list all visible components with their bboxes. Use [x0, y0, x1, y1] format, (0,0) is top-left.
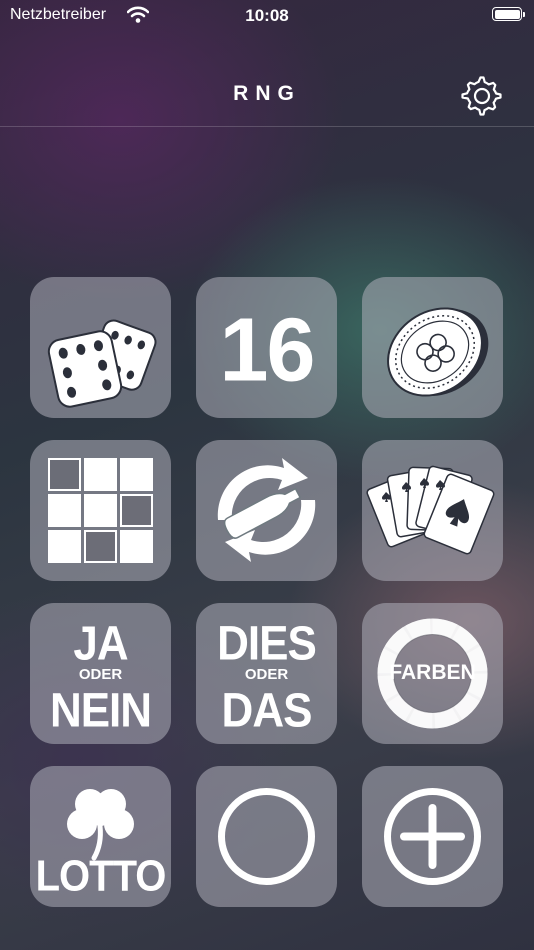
- colors-label: FARBEN: [389, 661, 476, 684]
- random-number-label: 16: [219, 299, 316, 400]
- lotto-label: LOTTO: [35, 851, 167, 901]
- yes-no-tile[interactable]: JA ODER NEIN: [30, 603, 171, 744]
- yes-label: JA: [73, 616, 128, 671]
- gear-icon[interactable]: [460, 74, 504, 118]
- that-label: DAS: [221, 683, 313, 738]
- navigation-bar: RNG: [0, 60, 534, 127]
- empty-slot-tile[interactable]: [196, 766, 337, 907]
- or-label: ODER: [244, 666, 289, 683]
- colors-tile[interactable]: FARBEN: [362, 603, 503, 744]
- grid-picker-tile[interactable]: [30, 440, 171, 581]
- coin-icon: [387, 307, 489, 397]
- lotto-tile[interactable]: LOTTO: [30, 766, 171, 907]
- battery-icon: [492, 7, 525, 21]
- plus-circle-icon: [384, 788, 481, 885]
- no-label: NEIN: [49, 683, 152, 738]
- this-label: DIES: [217, 616, 317, 671]
- status-time: 10:08: [245, 6, 289, 25]
- page-title: RNG: [233, 82, 301, 105]
- add-tile[interactable]: [362, 766, 503, 907]
- playing-cards-icon: [366, 465, 495, 555]
- coin-flip-tile[interactable]: [362, 277, 503, 418]
- circle-icon: [218, 788, 315, 885]
- random-number-tile[interactable]: 16: [196, 277, 337, 418]
- this-or-that-tile[interactable]: DIES ODER DAS: [196, 603, 337, 744]
- spin-bottle-tile[interactable]: [196, 440, 337, 581]
- status-bar: Netzbetreiber 10:08: [0, 0, 534, 32]
- dice-tile[interactable]: [30, 277, 171, 418]
- dice-icon: [47, 319, 157, 408]
- spin-bottle-icon: [217, 458, 316, 562]
- or-label: ODER: [78, 666, 123, 683]
- grid-icon: [48, 458, 153, 563]
- playing-cards-tile[interactable]: [362, 440, 503, 581]
